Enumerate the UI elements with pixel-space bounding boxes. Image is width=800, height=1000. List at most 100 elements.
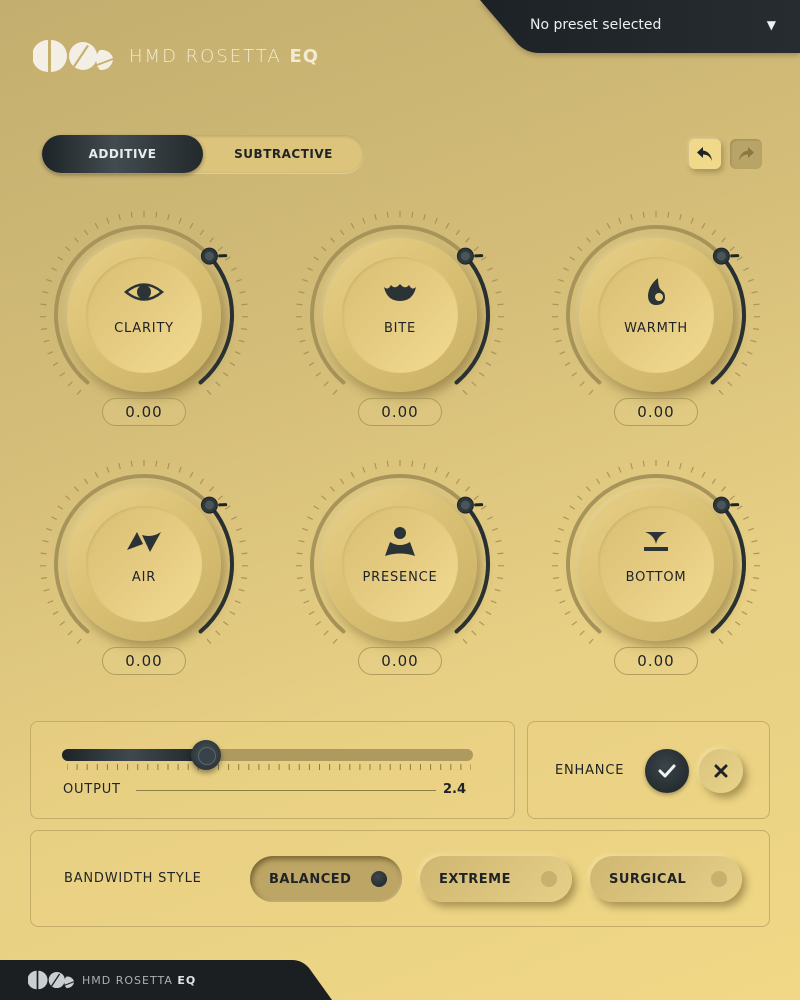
dial-tick — [564, 610, 571, 615]
knob-bite[interactable]: BITE 0.00 — [290, 205, 510, 445]
dial-tick — [307, 267, 313, 272]
dial-tick — [495, 291, 502, 294]
dial-tick — [455, 478, 461, 485]
dial-tick — [727, 381, 733, 387]
dial-tick — [729, 246, 735, 252]
preset-selector[interactable]: No preset selected ▼ — [480, 0, 800, 56]
dial-tick — [455, 229, 461, 236]
knob-value-field[interactable]: 0.00 — [358, 398, 442, 426]
knob-presence[interactable]: PRESENCE 0.00 — [290, 454, 510, 694]
knob-warmth[interactable]: WARMTH 0.00 — [546, 205, 766, 445]
knob-clarity[interactable]: CLARITY 0.00 — [34, 205, 254, 445]
dial-tick — [315, 621, 322, 626]
output-divider — [136, 790, 436, 791]
dial-tick — [238, 588, 245, 592]
dial-tick — [750, 339, 757, 343]
dial-tick — [46, 278, 53, 283]
triangle-down-icon: ▼ — [766, 18, 776, 32]
dial-tick — [743, 267, 749, 272]
dial-tick — [209, 237, 215, 243]
bandwidth-balanced-button[interactable]: BALANCED — [250, 856, 402, 902]
dial-tick — [199, 229, 205, 236]
dial-tick — [497, 303, 504, 306]
dial-tick — [224, 256, 231, 261]
app-logo: HMD ROSETTA EQ — [33, 40, 319, 72]
dial-tick — [222, 372, 229, 377]
knob-value-field[interactable]: 0.00 — [614, 647, 698, 675]
dial-tick — [746, 351, 753, 355]
dial-tick — [721, 486, 727, 492]
dial-tick — [559, 600, 566, 604]
knob-label: WARMTH — [624, 321, 688, 336]
dial-tick — [445, 471, 450, 478]
dial-tick — [215, 630, 221, 636]
undo-button[interactable] — [689, 139, 721, 169]
mode-subtractive-button[interactable]: SUBTRACTIVE — [203, 135, 364, 173]
enhance-on-button[interactable] — [645, 749, 689, 793]
dial-tick — [465, 486, 471, 492]
dial-tick — [734, 372, 741, 377]
bandwidth-surgical-button[interactable]: SURGICAL — [590, 856, 742, 902]
dial-tick — [234, 600, 241, 604]
dial-tick — [579, 630, 585, 636]
dial-tick — [618, 217, 622, 224]
dial-tick — [206, 389, 212, 396]
redo-button[interactable] — [730, 139, 762, 169]
dial-tick — [215, 381, 221, 387]
redo-arrow-icon — [739, 147, 754, 161]
dial-tick — [747, 527, 754, 532]
dial-tick — [329, 237, 335, 243]
dial-tick — [67, 630, 73, 636]
knob-value-field[interactable]: 0.00 — [614, 398, 698, 426]
dial-tick — [323, 630, 329, 636]
brand-mark-icon — [28, 970, 74, 990]
dial-tick — [42, 540, 49, 543]
dial-tick — [555, 339, 562, 343]
dial-tick — [667, 211, 670, 218]
dial-tick — [462, 389, 468, 396]
output-slider-thumb[interactable] — [190, 740, 221, 770]
dial-tick — [65, 495, 71, 501]
bandwidth-option-label: SURGICAL — [609, 872, 687, 887]
dial-tick — [235, 278, 242, 283]
dial-tick — [588, 389, 594, 396]
dial-tick — [167, 213, 170, 221]
preset-name: No preset selected — [530, 17, 662, 33]
dial-tick — [585, 486, 591, 492]
bandwidth-extreme-button[interactable]: EXTREME — [420, 856, 572, 902]
dial-tick — [189, 471, 194, 478]
brand-mark-icon — [33, 40, 113, 72]
knob-bottom[interactable]: BOTTOM 0.00 — [546, 454, 766, 694]
dial-tick — [563, 516, 569, 521]
dial-tick — [487, 516, 493, 521]
dial-tick — [490, 351, 497, 355]
knob-value-field[interactable]: 0.00 — [358, 647, 442, 675]
mode-additive-button[interactable]: ADDITIVE — [42, 135, 203, 173]
knob-air[interactable]: AIR 0.00 — [34, 454, 254, 694]
indicator-dot-icon — [371, 871, 387, 887]
output-label: OUTPUT — [63, 782, 121, 797]
dial-tick — [494, 588, 501, 592]
dial-tick — [321, 246, 327, 252]
dial-tick — [303, 351, 310, 355]
dial-tick — [736, 256, 743, 261]
dial-tick — [350, 471, 355, 478]
dial-tick — [231, 267, 237, 272]
dial-tick — [76, 389, 82, 396]
dial-tick — [59, 621, 66, 626]
knob-value-field[interactable]: 0.00 — [102, 398, 186, 426]
dial-tick — [751, 540, 758, 543]
dial-tick — [83, 478, 89, 485]
dial-tick — [491, 527, 498, 532]
knob-label: CLARITY — [114, 321, 174, 336]
knob-value-field[interactable]: 0.00 — [102, 647, 186, 675]
enhance-off-button[interactable] — [699, 749, 743, 793]
dial-tick — [374, 462, 377, 470]
mode-toggle: ADDITIVE SUBTRACTIVE — [42, 135, 364, 173]
dial-tick — [490, 600, 497, 604]
enhance-panel: ENHANCE — [527, 721, 770, 819]
dial-tick — [552, 303, 559, 306]
dial-tick — [434, 466, 438, 473]
dial-tick — [480, 505, 487, 510]
dial-tick — [478, 372, 485, 377]
